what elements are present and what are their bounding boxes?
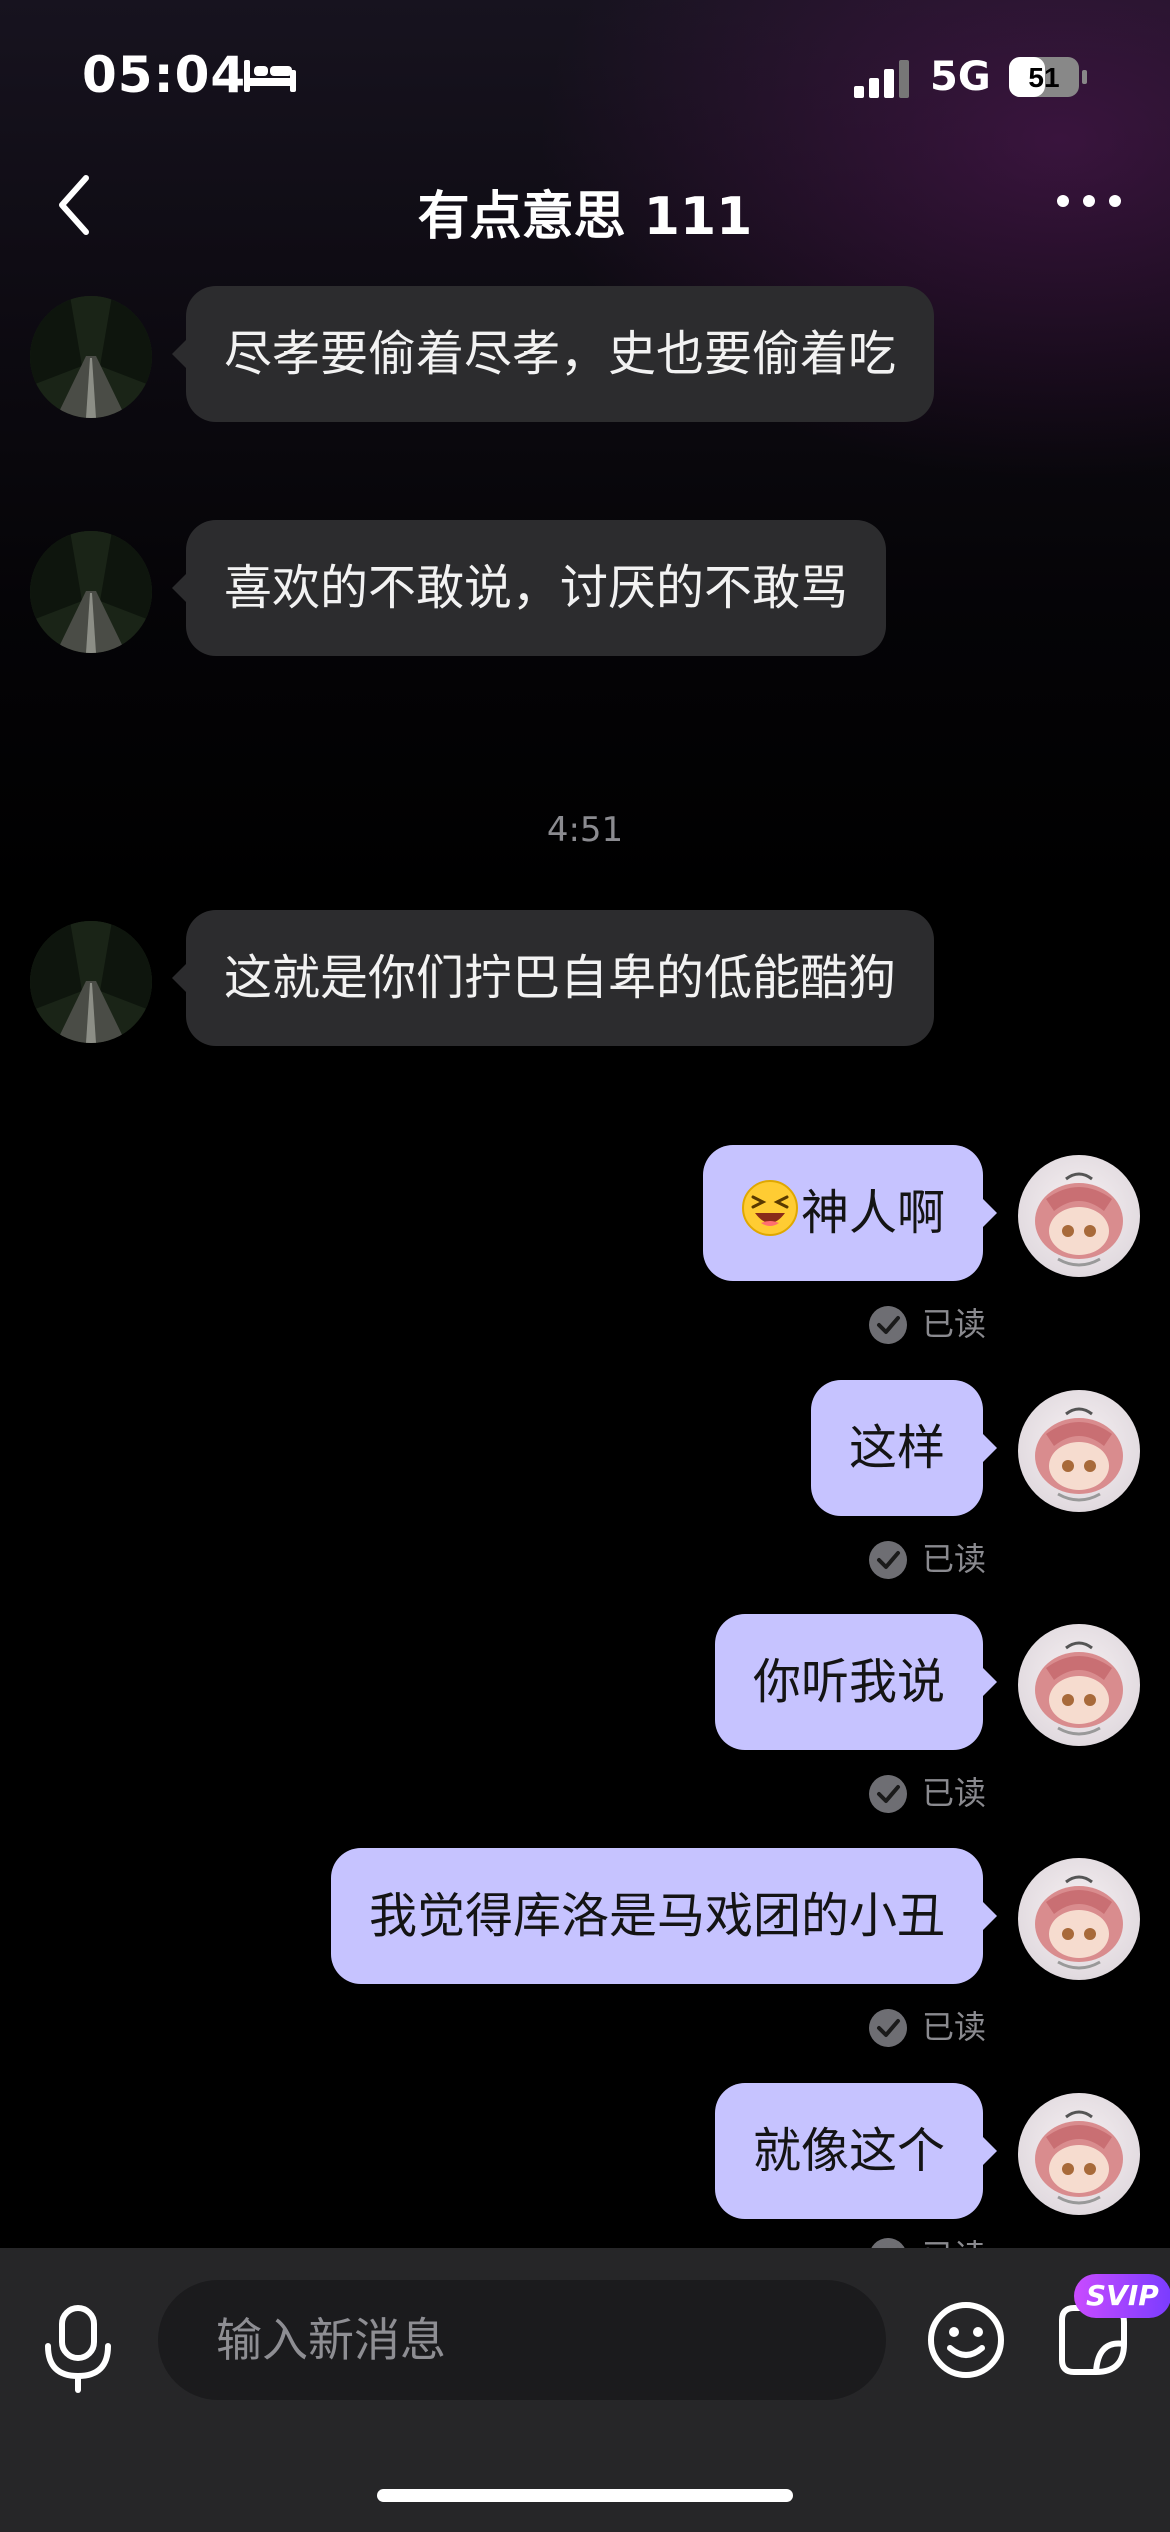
read-check-icon	[869, 2009, 907, 2047]
outgoing-message-text: 神人啊	[800, 1185, 945, 1241]
read-label: 已读	[922, 1305, 987, 1343]
anime-girl-avatar-image	[1035, 1172, 1123, 1267]
battery-level: 51	[1028, 62, 1059, 93]
outgoing-message-bubble[interactable]: 就像这个	[714, 2083, 998, 2219]
anime-girl-avatar-image	[1035, 1641, 1123, 1736]
incoming-message-bubble[interactable]: 这就是你们拧巴自卑的低能酷狗	[171, 910, 935, 1046]
status-bar: 05:04 5G 51	[0, 0, 1170, 150]
my-avatar[interactable]	[1018, 1390, 1140, 1512]
outgoing-message-bubble[interactable]: 你听我说	[714, 1614, 998, 1750]
my-avatar[interactable]	[1018, 2093, 1140, 2215]
read-label: 已读	[922, 1774, 987, 1812]
read-label: 已读	[922, 2008, 987, 2046]
read-check-icon	[869, 1541, 907, 1579]
message-input[interactable]	[158, 2280, 886, 2400]
contact-avatar[interactable]	[30, 296, 152, 418]
status-time: 05:04	[82, 46, 247, 104]
outgoing-message-bubble[interactable]: 这样	[810, 1380, 998, 1516]
cellular-signal-icon	[854, 60, 909, 98]
outgoing-message-bubble[interactable]: 神人啊	[702, 1145, 998, 1281]
battery-icon: 51	[1009, 57, 1087, 97]
read-receipt: 已读	[868, 1302, 986, 1346]
my-avatar[interactable]	[1018, 1858, 1140, 1980]
incoming-message-bubble[interactable]: 尽孝要偷着尽孝，史也要偷着吃	[171, 286, 935, 422]
read-label: 已读	[922, 1540, 987, 1578]
read-receipt: 已读	[868, 1537, 986, 1581]
microphone-icon[interactable]	[42, 2304, 114, 2394]
forest-road-avatar-image	[30, 921, 152, 1043]
read-receipt: 已读	[868, 2005, 986, 2049]
read-check-icon	[869, 1306, 907, 1344]
my-avatar[interactable]	[1018, 1624, 1140, 1746]
forest-road-avatar-image	[30, 531, 152, 653]
my-avatar[interactable]	[1018, 1155, 1140, 1277]
contact-avatar[interactable]	[30, 531, 152, 653]
home-indicator[interactable]	[377, 2489, 793, 2502]
anime-girl-avatar-image	[1035, 2110, 1123, 2205]
laughing-emoji-icon	[741, 1180, 798, 1236]
more-options-icon[interactable]	[1054, 186, 1124, 216]
anime-girl-avatar-image	[1035, 1407, 1123, 1502]
outgoing-message-bubble[interactable]: 我觉得库洛是马戏团的小丑	[330, 1848, 998, 1984]
contact-avatar[interactable]	[30, 921, 152, 1043]
svip-badge: SVIP	[1074, 2274, 1170, 2318]
chat-title: 有点意思 111	[417, 187, 753, 247]
chat-screen: 05:04 5G 51 有点意思 111 尽孝要偷着尽孝，史也要偷着吃 喜欢的不…	[0, 0, 1170, 2532]
nav-bar: 有点意思 111	[0, 150, 1170, 260]
emoji-icon[interactable]	[926, 2300, 1006, 2380]
incoming-message-bubble[interactable]: 喜欢的不敢说，讨厌的不敢骂	[171, 520, 887, 656]
read-check-icon	[869, 1775, 907, 1813]
anime-girl-avatar-image	[1035, 1875, 1123, 1970]
forest-road-avatar-image	[30, 296, 152, 418]
network-type: 5G	[930, 54, 991, 100]
sleep-focus-icon	[244, 60, 296, 92]
read-receipt: 已读	[868, 1771, 986, 1815]
message-timestamp: 4:51	[546, 810, 624, 850]
